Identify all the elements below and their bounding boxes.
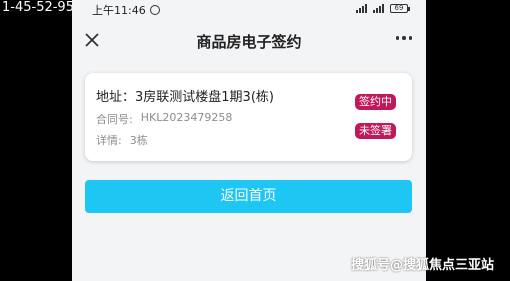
status-time: 上午11:46: [92, 4, 146, 17]
more-icon[interactable]: [395, 36, 412, 40]
phone-screen: 上午11:46 69 商品房电子签约 地址：3房联测试楼盘1期3(栋) 合同号:…: [72, 0, 426, 281]
contract-number: HKL2023479258: [140, 111, 233, 124]
contract-label: 合同号:: [96, 113, 133, 126]
status-bar: 上午11:46 69: [72, 0, 426, 20]
status-badge-unsigned: 未签署: [355, 123, 396, 139]
return-home-button[interactable]: 返回首页: [85, 180, 412, 213]
status-icons: 69: [356, 3, 410, 13]
stage: 1-45-52-954 上午11:46 69 商品房电子签约 地址：3房联测试楼…: [0, 0, 510, 281]
detail-row: 详情: 3栋: [96, 132, 148, 148]
signal-icon-2: [373, 3, 384, 13]
navigation-bar: 商品房电子签约: [72, 26, 426, 56]
watermark-text: 搜狐号@搜狐焦点三亚站: [350, 258, 494, 273]
address-line: 地址：3房联测试楼盘1期3(栋): [96, 86, 274, 105]
detail-value: 3栋: [129, 134, 148, 147]
contract-row: 合同号: HKL2023479258: [96, 111, 232, 127]
signal-icon: [356, 3, 367, 13]
page-title: 商品房电子签约: [196, 33, 302, 51]
status-badge-signing: 签约中: [355, 94, 396, 110]
address-label: 地址：: [96, 90, 136, 105]
detail-label: 详情:: [96, 134, 122, 147]
battery-icon: 69: [390, 3, 410, 13]
status-time-group: 上午11:46: [92, 2, 160, 18]
contract-card[interactable]: 地址：3房联测试楼盘1期3(栋) 合同号: HKL2023479258 详情: …: [85, 73, 412, 161]
address-value: 3房联测试楼盘1期3(栋): [135, 90, 274, 105]
alarm-icon: [149, 5, 160, 15]
phone-number-text: 1-45-52-954: [2, 0, 83, 15]
